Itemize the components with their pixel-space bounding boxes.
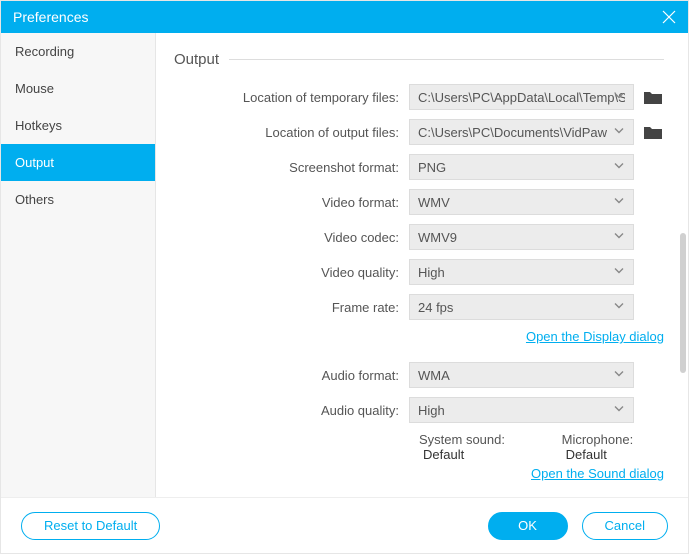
temp-files-browse-button[interactable] <box>642 86 664 108</box>
output-section-title: Output <box>174 51 664 68</box>
close-icon[interactable] <box>662 10 676 24</box>
output-files-label: Location of output files: <box>174 125 409 140</box>
ok-button[interactable]: OK <box>488 512 568 540</box>
chevron-down-icon <box>613 195 625 210</box>
footer: Reset to Default OK Cancel <box>1 497 688 553</box>
sidebar-item-recording[interactable]: Recording <box>1 33 155 70</box>
audio-quality-select[interactable]: High <box>409 397 634 423</box>
screenshot-format-select[interactable]: PNG <box>409 154 634 180</box>
video-quality-value: High <box>418 265 445 280</box>
system-sound-label: System sound: <box>419 432 505 447</box>
video-quality-select[interactable]: High <box>409 259 634 285</box>
sidebar-item-output[interactable]: Output <box>1 144 155 181</box>
temp-files-select[interactable]: C:\Users\PC\AppData\Local\Temp\Sc <box>409 84 634 110</box>
cancel-button[interactable]: Cancel <box>582 512 668 540</box>
folder-icon <box>644 90 662 104</box>
audio-quality-label: Audio quality: <box>174 403 409 418</box>
chevron-down-icon <box>613 230 625 245</box>
sidebar-item-hotkeys[interactable]: Hotkeys <box>1 107 155 144</box>
microphone-status: Microphone: Default <box>562 432 664 462</box>
scrollbar[interactable] <box>680 233 686 373</box>
open-display-dialog-link[interactable]: Open the Display dialog <box>526 329 664 344</box>
video-codec-value: WMV9 <box>418 230 457 245</box>
frame-rate-label: Frame rate: <box>174 300 409 315</box>
output-section-label: Output <box>174 51 219 68</box>
system-sound-value: Default <box>423 447 464 462</box>
audio-format-select[interactable]: WMA <box>409 362 634 388</box>
window-title: Preferences <box>13 9 88 25</box>
temp-files-value: C:\Users\PC\AppData\Local\Temp\Sc <box>418 90 625 105</box>
sidebar-item-others[interactable]: Others <box>1 181 155 218</box>
chevron-down-icon <box>613 125 625 140</box>
microphone-value: Default <box>566 447 607 462</box>
screenshot-format-label: Screenshot format: <box>174 160 409 175</box>
divider <box>229 59 664 60</box>
open-sound-dialog-link[interactable]: Open the Sound dialog <box>531 466 664 481</box>
video-codec-select[interactable]: WMV9 <box>409 224 634 250</box>
video-quality-label: Video quality: <box>174 265 409 280</box>
audio-quality-value: High <box>418 403 445 418</box>
output-files-value: C:\Users\PC\Documents\VidPaw <box>418 125 607 140</box>
output-files-browse-button[interactable] <box>642 121 664 143</box>
video-format-value: WMV <box>418 195 450 210</box>
frame-rate-select[interactable]: 24 fps <box>409 294 634 320</box>
chevron-down-icon <box>613 90 625 105</box>
audio-format-label: Audio format: <box>174 368 409 383</box>
frame-rate-value: 24 fps <box>418 300 453 315</box>
system-sound-status: System sound: Default <box>419 432 534 462</box>
content-area: Output Location of temporary files: C:\U… <box>156 33 688 497</box>
screenshot-format-value: PNG <box>418 160 446 175</box>
audio-format-value: WMA <box>418 368 450 383</box>
microphone-label: Microphone: <box>562 432 634 447</box>
chevron-down-icon <box>613 403 625 418</box>
sidebar-item-mouse[interactable]: Mouse <box>1 70 155 107</box>
sidebar: Recording Mouse Hotkeys Output Others <box>1 33 156 497</box>
chevron-down-icon <box>613 265 625 280</box>
video-format-label: Video format: <box>174 195 409 210</box>
temp-files-label: Location of temporary files: <box>174 90 409 105</box>
folder-icon <box>644 125 662 139</box>
video-format-select[interactable]: WMV <box>409 189 634 215</box>
chevron-down-icon <box>613 300 625 315</box>
output-files-select[interactable]: C:\Users\PC\Documents\VidPaw <box>409 119 634 145</box>
chevron-down-icon <box>613 368 625 383</box>
chevron-down-icon <box>613 160 625 175</box>
reset-to-default-button[interactable]: Reset to Default <box>21 512 160 540</box>
video-codec-label: Video codec: <box>174 230 409 245</box>
